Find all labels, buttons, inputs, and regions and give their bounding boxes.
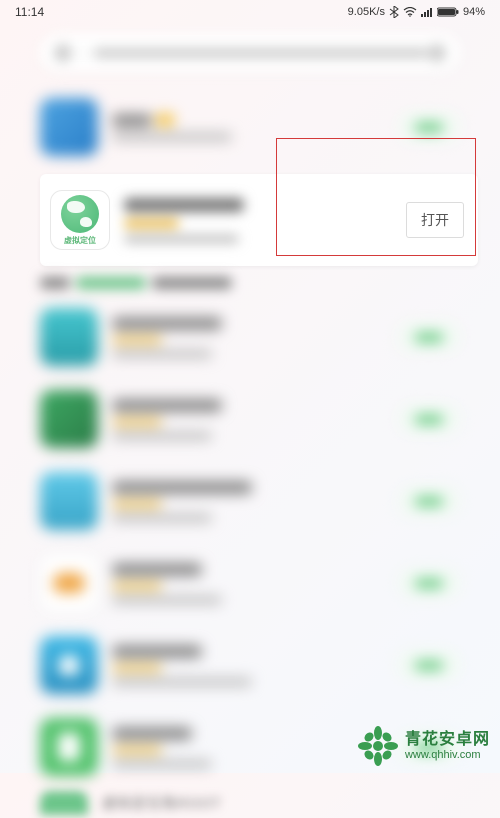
app-row[interactable] [40,624,460,706]
install-button[interactable] [398,486,460,516]
back-icon[interactable] [54,44,72,62]
watermark: 青花安卓网 www.qhhiv.com [357,725,490,767]
app-row[interactable] [40,86,460,168]
app-title-partial: 虚拟定位免ROOT [102,793,221,813]
featured-app-info [124,198,392,243]
search-icon[interactable] [428,44,446,62]
app-info [112,114,384,141]
bluetooth-icon [389,6,399,18]
app-icon [40,636,98,694]
battery-icon [437,7,459,17]
app-icon [40,98,98,156]
app-info [112,563,384,604]
install-button[interactable] [398,112,460,142]
app-info [112,727,384,768]
install-button[interactable] [398,568,460,598]
featured-app-icon-label: 虚拟定位 [64,235,96,246]
install-button[interactable] [398,404,460,434]
featured-app-icon: 虚拟定位 [50,190,110,250]
app-row[interactable] [40,460,460,542]
battery-percent: 94% [463,6,485,18]
search-input[interactable] [93,48,428,58]
app-info [112,399,384,440]
app-icon [40,718,98,776]
watermark-title: 青花安卓网 [405,731,490,749]
app-icon [40,554,98,612]
watermark-text: 青花安卓网 www.qhhiv.com [405,731,490,761]
divider [82,44,83,62]
watermark-url: www.qhhiv.com [405,749,490,761]
status-time: 11:14 [15,5,44,19]
signal-icon [421,7,433,17]
install-button[interactable] [398,650,460,680]
open-button[interactable]: 打开 [406,202,464,238]
featured-app-meta [124,235,239,243]
featured-app-card[interactable]: 虚拟定位 打开 [40,174,478,266]
search-bar[interactable] [40,34,460,72]
section-header [40,276,460,290]
app-row[interactable] [40,378,460,460]
app-icon [40,472,98,530]
app-row[interactable] [40,296,460,378]
app-icon [40,390,98,448]
watermark-logo-icon [357,725,399,767]
app-info [112,317,384,358]
install-button[interactable] [398,322,460,352]
featured-app-rating [124,219,179,228]
app-icon [40,791,88,815]
app-info [112,481,384,522]
globe-icon [61,195,99,233]
featured-app-title [124,198,244,212]
app-row-partial[interactable]: 虚拟定位免ROOT [40,788,460,818]
app-row[interactable] [40,542,460,624]
wifi-icon [403,7,417,17]
network-speed: 9.05K/s [348,6,385,18]
status-right: 9.05K/s 94% [44,6,485,18]
status-bar: 11:14 9.05K/s 94% [0,0,500,24]
cloud-icon [53,573,85,593]
app-info [112,645,384,686]
app-icon [40,308,98,366]
